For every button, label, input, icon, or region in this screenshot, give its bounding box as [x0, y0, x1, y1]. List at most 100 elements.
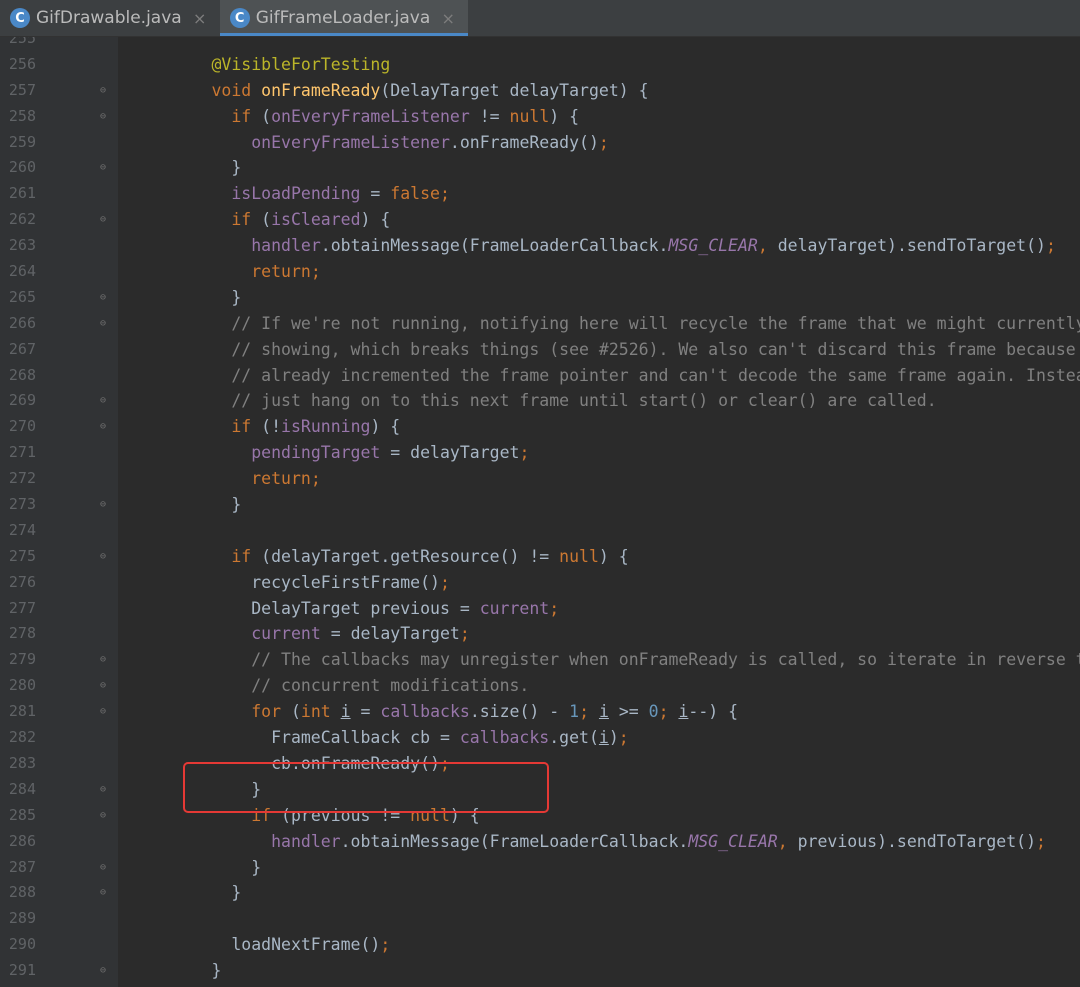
code-line[interactable]: 274 — [0, 518, 1080, 544]
code-line[interactable]: 270 ⊖ if (!isRunning) { — [0, 414, 1080, 440]
code-line[interactable]: 272 return; — [0, 466, 1080, 492]
code-text: } — [132, 285, 241, 311]
code-line[interactable]: 280 ⊖ // concurrent modifications. — [0, 673, 1080, 699]
code-token: null — [410, 805, 450, 825]
code-line[interactable]: 255 — [0, 37, 1080, 52]
code-token: ; — [439, 753, 450, 773]
fold-marker-icon[interactable]: ⊖ — [98, 395, 108, 407]
code-token: for — [251, 702, 291, 722]
fold-marker-icon[interactable]: ⊖ — [98, 654, 108, 666]
code-line[interactable]: 285 ⊖ if (previous != null) { — [0, 803, 1080, 829]
code-line[interactable]: 276 recycleFirstFrame(); — [0, 570, 1080, 596]
code-token: = — [360, 184, 391, 204]
fold-marker-icon[interactable]: ⊖ — [98, 499, 108, 511]
close-icon[interactable]: × — [440, 9, 456, 28]
line-number: 272 — [8, 469, 36, 488]
code-line[interactable]: 289 — [0, 906, 1080, 932]
code-line[interactable]: 279 ⊖ // The callbacks may unregister whe… — [0, 647, 1080, 673]
code-line[interactable]: 268 // already incremented the frame poi… — [0, 363, 1080, 389]
code-token: = — [350, 702, 381, 722]
code-token: loadNextFrame() — [132, 935, 381, 955]
fold-marker-icon[interactable]: ⊖ — [98, 862, 108, 874]
code-line[interactable]: 267 // showing, which breaks things (see… — [0, 337, 1080, 363]
tab-gifframeloader[interactable]: C GifFrameLoader.java × — [219, 0, 469, 36]
code-line[interactable]: 283 cb.onFrameReady(); — [0, 751, 1080, 777]
code-line[interactable]: 281 ⊖ for (int i = callbacks.size() - 1; … — [0, 699, 1080, 725]
line-number: 276 — [8, 572, 36, 591]
code-line[interactable]: 269 ⊖ // just hang on to this next frame … — [0, 388, 1080, 414]
line-number: 269 — [8, 391, 36, 410]
code-line[interactable]: 265 ⊖ } — [0, 285, 1080, 311]
code-token: } — [132, 779, 262, 799]
line-number: 281 — [8, 702, 36, 721]
code-line[interactable]: 256 @VisibleForTesting — [0, 52, 1080, 78]
code-line[interactable]: 259 onEveryFrameListener.onFrameReady(); — [0, 130, 1080, 156]
line-number: 271 — [8, 443, 36, 462]
code-token: } — [132, 287, 242, 307]
fold-marker-icon[interactable]: ⊖ — [98, 214, 108, 226]
fold-marker-icon[interactable]: ⊖ — [98, 887, 108, 899]
code-line[interactable]: 257 ⊖ void onFrameReady(DelayTarget delay… — [0, 78, 1080, 104]
fold-marker-icon[interactable]: ⊖ — [98, 965, 108, 977]
code-line[interactable]: 271 pendingTarget = delayTarget; — [0, 440, 1080, 466]
line-number: 258 — [8, 106, 36, 125]
tab-gifdrawable[interactable]: C GifDrawable.java × — [0, 0, 220, 36]
code-line[interactable]: 266 ⊖ // If we're not running, notifying … — [0, 311, 1080, 337]
line-number: 283 — [8, 753, 36, 772]
line-number: 266 — [8, 313, 36, 332]
java-class-icon-glyph: C — [234, 10, 245, 26]
line-number: 279 — [8, 650, 36, 669]
code-line[interactable]: 258 ⊖ if (onEveryFrameListener != null) { — [0, 104, 1080, 130]
code-line[interactable]: 278 current = delayTarget; — [0, 621, 1080, 647]
code-token: ) — [608, 728, 619, 748]
code-line[interactable]: 264 return; — [0, 259, 1080, 285]
code-line[interactable]: 275 ⊖ if (delayTarget.getResource() != nu… — [0, 544, 1080, 570]
code-token: isCleared — [271, 210, 361, 230]
code-line[interactable]: 277 DelayTarget previous = current; — [0, 596, 1080, 622]
fold-marker-icon[interactable]: ⊖ — [98, 810, 108, 822]
code-text: // already incremented the frame pointer… — [132, 363, 1080, 389]
code-line[interactable]: 262 ⊖ if (isCleared) { — [0, 207, 1080, 233]
code-line[interactable]: 261 isLoadPending = false; — [0, 181, 1080, 207]
code-line[interactable]: 273 ⊖ } — [0, 492, 1080, 518]
fold-marker-icon[interactable]: ⊖ — [98, 421, 108, 433]
fold-marker-icon[interactable]: ⊖ — [98, 784, 108, 796]
fold-marker-icon[interactable]: ⊖ — [98, 85, 108, 97]
fold-marker-icon[interactable]: ⊖ — [98, 162, 108, 174]
code-text: cb.onFrameReady(); — [132, 751, 450, 777]
code-line[interactable]: 286 handler.obtainMessage(FrameLoaderCal… — [0, 829, 1080, 855]
code-line[interactable]: 291 ⊖ } — [0, 958, 1080, 984]
code-line[interactable]: 290 loadNextFrame(); — [0, 932, 1080, 958]
code-line[interactable]: 260 ⊖ } — [0, 155, 1080, 181]
code-line[interactable]: 282 FrameCallback cb = callbacks.get(i); — [0, 725, 1080, 751]
fold-marker-icon[interactable]: ⊖ — [98, 292, 108, 304]
code-line[interactable]: 263 handler.obtainMessage(FrameLoaderCal… — [0, 233, 1080, 259]
fold-marker-icon[interactable]: ⊖ — [98, 551, 108, 563]
close-icon[interactable]: × — [192, 9, 208, 28]
fold-marker-icon[interactable]: ⊖ — [98, 680, 108, 692]
code-token: i — [598, 728, 609, 748]
code-line[interactable]: 287 ⊖ } — [0, 855, 1080, 881]
fold-marker-icon[interactable]: ⊖ — [98, 111, 108, 123]
code-token: 1 — [569, 702, 580, 722]
code-text: recycleFirstFrame(); — [132, 570, 450, 596]
line-number: 273 — [8, 495, 36, 514]
code-token: MSG_CLEAR — [688, 831, 778, 851]
code-token: ; — [459, 624, 470, 644]
code-text: // showing, which breaks things (see #25… — [132, 337, 1080, 363]
code-editor[interactable]: 255 256 @VisibleForTesting 257 ⊖ void onFra… — [0, 37, 1080, 987]
fold-marker-icon[interactable]: ⊖ — [98, 318, 108, 330]
code-line[interactable]: 288 ⊖ } — [0, 880, 1080, 906]
fold-marker-icon[interactable]: ⊖ — [98, 706, 108, 718]
code-line[interactable]: 284 ⊖ } — [0, 777, 1080, 803]
